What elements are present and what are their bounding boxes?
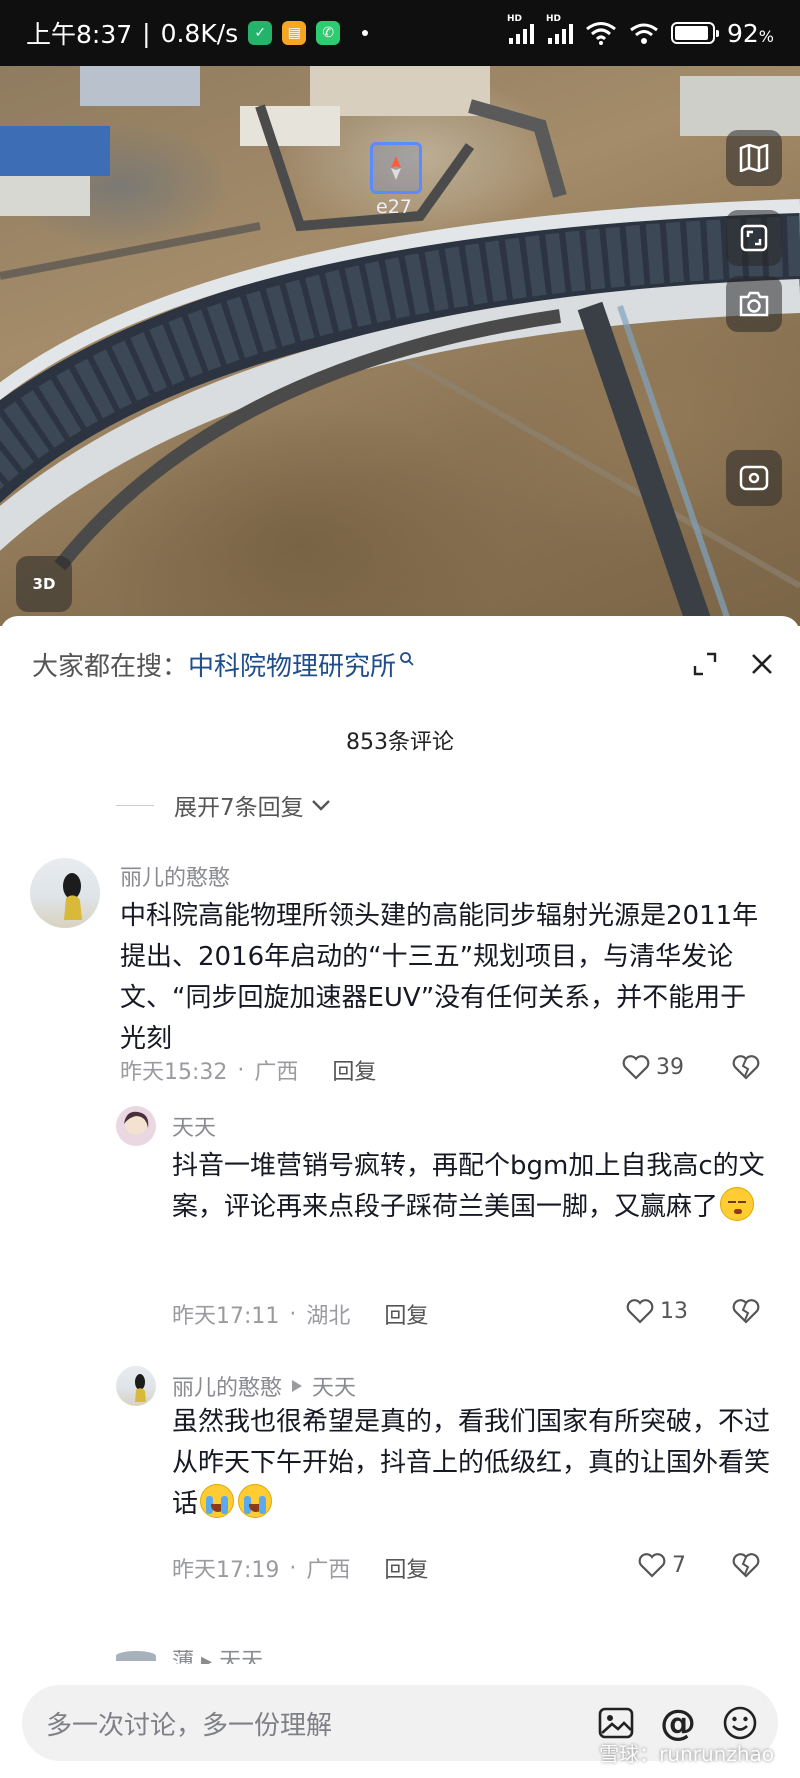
heart-icon — [622, 1055, 650, 1080]
watermark: 雪球：runrunzhao — [599, 1742, 774, 1766]
comments-count: 853条评论 — [346, 730, 454, 755]
like-count: 13 — [660, 1298, 688, 1324]
image-icon — [598, 1707, 634, 1739]
comment-location: 广西 — [306, 1558, 351, 1583]
view-3d-label: 3D — [32, 575, 56, 593]
message-app-icon: ▤ — [282, 21, 307, 45]
comment-time: 昨天17:11 — [172, 1304, 280, 1329]
like-count: 7 — [672, 1552, 686, 1578]
tears-of-joy-icon — [200, 1484, 235, 1518]
heart-icon — [638, 1553, 666, 1578]
like-button[interactable]: 39 — [622, 1054, 684, 1080]
network-speed: 0.8K/s — [160, 18, 239, 48]
reply-to-username[interactable]: 天天 — [312, 1370, 356, 1402]
avatar[interactable] — [30, 858, 100, 928]
like-button[interactable]: 7 — [638, 1552, 686, 1578]
avatar[interactable] — [116, 1651, 156, 1661]
comment-location: 湖北 — [306, 1304, 351, 1329]
more-notifications-icon — [362, 30, 369, 36]
map-book-icon — [739, 144, 769, 172]
rotate-view-button[interactable] — [726, 450, 782, 506]
comment-meta: 昨天17:19 · 广西 回复 — [172, 1552, 428, 1584]
search-icon[interactable] — [399, 651, 415, 667]
trending-search-link[interactable]: 中科院物理研究所 — [188, 646, 396, 683]
battery-icon — [670, 22, 719, 44]
compass-label: e27 — [376, 196, 412, 218]
comment-text: 抖音一堆营销号疯转，再配个bgm加上自我高c的文案，评论再来点段子踩荷兰美国一脚… — [172, 1151, 765, 1222]
status-bar: 上午8:37 | 0.8K/s ✓ ▤ ✆ HD HD 92% — [0, 0, 800, 66]
broken-heart-icon — [732, 1553, 760, 1578]
reply-button[interactable]: 回复 — [384, 1552, 428, 1584]
smiley-icon — [723, 1706, 757, 1740]
broken-heart-icon — [732, 1299, 760, 1324]
comment-username-row: 丽儿的憨憨 天天 — [172, 1370, 356, 1402]
satellite-map[interactable]: e27 3D — [0, 66, 800, 626]
comment-time: 昨天17:19 — [172, 1558, 280, 1583]
clock: 上午8:37 — [26, 20, 133, 49]
comment-location: 广西 — [254, 1060, 299, 1085]
dislike-button[interactable] — [732, 1054, 760, 1084]
phone-app-icon: ✆ — [316, 21, 341, 45]
wifi-icon — [586, 22, 616, 45]
comment-username[interactable]: 丽儿的憨憨 — [120, 860, 230, 892]
camera-button[interactable] — [726, 276, 782, 332]
expand-replies-button[interactable]: 展开7条回复 — [116, 788, 332, 822]
screenshot-crop-button[interactable] — [726, 210, 782, 266]
chevron-down-icon — [311, 800, 330, 811]
reply-arrow-icon — [292, 1380, 303, 1392]
comment-text: 中科院高能物理所领头建的高能同步辐射光源是2011年提出、2016年启动的“十三… — [120, 901, 759, 1054]
rotate-camera-icon — [739, 465, 769, 491]
divider — [116, 804, 154, 806]
signal-1-icon: HD — [507, 14, 534, 44]
reply-button[interactable]: 回复 — [332, 1054, 376, 1086]
like-button[interactable]: 13 — [626, 1298, 688, 1324]
tears-of-joy-icon — [238, 1484, 273, 1518]
crop-icon — [740, 224, 768, 252]
image-picker-button[interactable] — [598, 1706, 634, 1740]
heart-icon — [626, 1299, 654, 1324]
dislike-button[interactable] — [732, 1552, 760, 1582]
reply-to-username[interactable]: 天天 — [219, 1650, 263, 1664]
signal-2-icon: HD — [546, 14, 573, 44]
comment-sheet: 大家都在搜： 中科院物理研究所 853条评论 展开7条回复 丽儿的憨憨 中科院高… — [0, 616, 800, 1778]
comment-time: 昨天15:32 — [120, 1060, 228, 1085]
comment-input[interactable]: 多一次讨论，多一份理解 — [46, 1705, 572, 1742]
hotspot-wifi-icon — [630, 23, 658, 44]
comment-meta: 昨天15:32 · 广西 回复 — [120, 1054, 376, 1086]
view-3d-button[interactable]: 3D — [16, 556, 72, 612]
expand-replies-label: 展开7条回复 — [174, 795, 304, 821]
comment-username[interactable]: 丽儿的憨憨 — [172, 1370, 282, 1402]
dislike-button[interactable] — [732, 1298, 760, 1328]
emoji-button[interactable] — [722, 1705, 758, 1741]
map-layers-button[interactable] — [726, 130, 782, 186]
expand-fullscreen-icon[interactable] — [692, 651, 718, 677]
trending-search-prefix: 大家都在搜： — [32, 651, 189, 682]
battery-percent: 92 — [726, 18, 759, 48]
avatar[interactable] — [116, 1106, 156, 1146]
close-icon[interactable] — [750, 652, 774, 676]
comment-username[interactable]: 天天 — [172, 1110, 216, 1142]
reply-button[interactable]: 回复 — [384, 1298, 428, 1330]
camera-icon — [739, 291, 769, 317]
avatar[interactable] — [116, 1366, 156, 1406]
sleepy-face-icon — [720, 1187, 755, 1221]
comment-meta: 昨天17:11 · 湖北 回复 — [172, 1298, 428, 1330]
like-count: 39 — [656, 1054, 684, 1080]
broken-heart-icon — [732, 1055, 760, 1080]
compass-icon[interactable] — [370, 142, 422, 194]
shield-app-icon: ✓ — [248, 21, 273, 45]
trending-search-row: 大家都在搜： 中科院物理研究所 — [32, 640, 774, 688]
comment-text: 虽然我也很希望是真的，看我们国家有所突破，不过从昨天下午开始，抖音上的低级红，真… — [172, 1407, 771, 1519]
comment-username-row: 薄 ▸ 天天 — [172, 1650, 263, 1664]
comment-username[interactable]: 薄 — [172, 1650, 194, 1664]
